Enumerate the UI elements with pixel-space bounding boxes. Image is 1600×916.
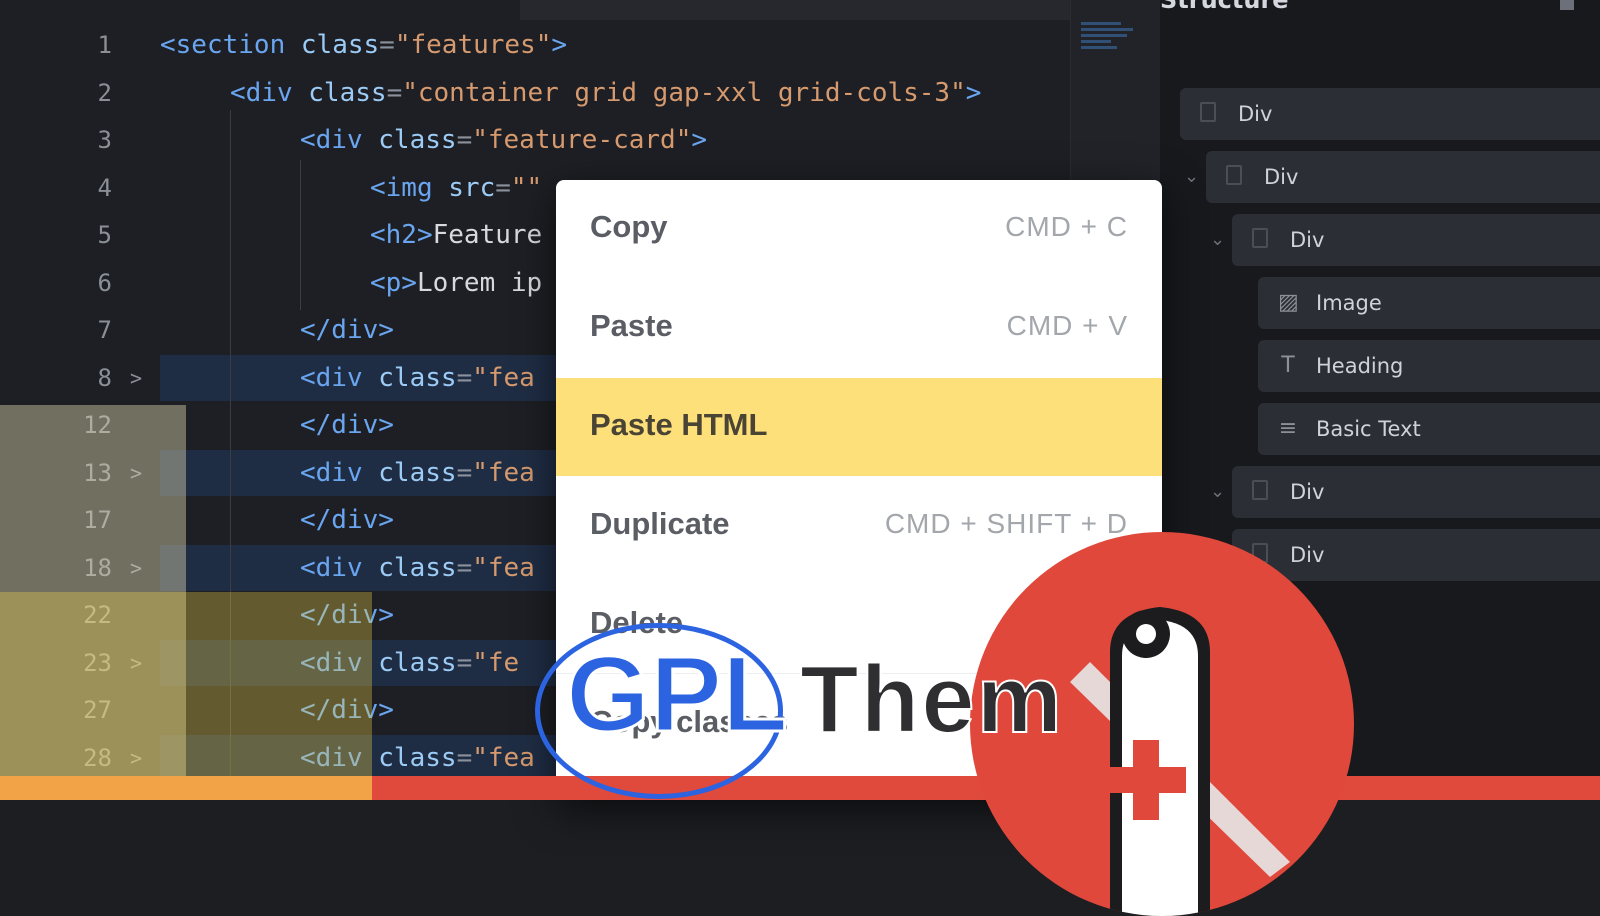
tree-item-label: Div bbox=[1290, 480, 1325, 504]
code-text: </div> bbox=[300, 315, 394, 345]
tree-item-label: Basic Text bbox=[1316, 417, 1421, 441]
panel-options-icon[interactable] bbox=[1560, 0, 1574, 10]
menu-item-label: Copy bbox=[590, 209, 668, 244]
tree-item[interactable]: ⌄ Div bbox=[1210, 466, 1600, 518]
tree-item[interactable]: ≡ Basic Text bbox=[1258, 403, 1600, 455]
menu-item-label: Duplicate bbox=[590, 506, 730, 541]
chevron-down-icon[interactable]: ⌄ bbox=[1184, 151, 1199, 203]
tree-item[interactable]: ⌄ Div bbox=[1184, 151, 1600, 203]
text-icon: ≡ bbox=[1278, 416, 1298, 441]
code-text: </div> bbox=[300, 410, 394, 440]
chevron-down-icon[interactable]: ⌄ bbox=[1210, 466, 1225, 518]
code-text: <section class="features"> bbox=[160, 30, 568, 60]
menu-item-shortcut: CMD + C bbox=[1005, 211, 1128, 242]
tree-item[interactable]: Div bbox=[1180, 88, 1600, 140]
menu-item-copy[interactable]: Copy CMD + C bbox=[556, 180, 1162, 278]
line-number: 3 bbox=[97, 126, 112, 154]
line-number: 2 bbox=[97, 78, 112, 107]
line-number: 8 bbox=[97, 363, 112, 392]
div-box-icon bbox=[1252, 228, 1268, 248]
code-line[interactable]: 1 <section class="features"> bbox=[0, 22, 1070, 68]
menu-item-label: Paste bbox=[590, 308, 673, 343]
logo-text: Them bbox=[799, 646, 1065, 753]
line-number: 4 bbox=[97, 173, 112, 202]
minimap-line bbox=[1081, 28, 1133, 31]
code-text: <img src="" bbox=[370, 172, 543, 203]
heading-icon: T bbox=[1281, 353, 1295, 378]
tree-item-label: Div bbox=[1290, 228, 1325, 252]
menu-item-label: Paste HTML bbox=[590, 407, 768, 442]
tree-item[interactable]: ⌄ Div bbox=[1210, 214, 1600, 266]
code-text: <p>Lorem ip bbox=[370, 267, 543, 298]
line-number: 5 bbox=[97, 221, 112, 249]
minimap-line bbox=[1081, 22, 1121, 25]
tree-item[interactable]: T Heading bbox=[1258, 340, 1600, 392]
tree-item[interactable]: Div bbox=[1232, 529, 1600, 581]
menu-item-paste[interactable]: Paste CMD + V bbox=[556, 279, 1162, 377]
menu-item-paste-html[interactable]: Paste HTML bbox=[556, 378, 1162, 476]
code-text: <div class="fea bbox=[300, 457, 535, 488]
tree-item-label: Div bbox=[1290, 543, 1325, 567]
tree-item-label: Heading bbox=[1316, 354, 1404, 378]
div-box-icon bbox=[1200, 102, 1216, 122]
code-text: <div class="fea bbox=[300, 362, 535, 393]
code-text: <div class="fea bbox=[300, 552, 535, 583]
code-text: </div> bbox=[300, 505, 394, 535]
tree-item[interactable]: ▨ Image bbox=[1258, 277, 1600, 329]
decorative-overlay bbox=[0, 592, 372, 800]
chevron-down-icon[interactable]: ⌄ bbox=[1210, 214, 1225, 266]
tree-item-label: Image bbox=[1316, 291, 1382, 315]
fold-chevron-icon[interactable]: > bbox=[130, 355, 142, 401]
logo-brand-text: GPL bbox=[564, 633, 789, 754]
div-box-icon bbox=[1252, 480, 1268, 500]
div-box-icon bbox=[1226, 165, 1242, 185]
menu-item-shortcut: CMD + V bbox=[1006, 310, 1128, 341]
code-line[interactable]: 2 <div class="container grid gap-xxl grid… bbox=[0, 70, 1070, 116]
minimap-line bbox=[1081, 34, 1127, 37]
tree-item-label: Div bbox=[1264, 165, 1299, 189]
image-icon: ▨ bbox=[1278, 290, 1299, 315]
line-number: 6 bbox=[97, 268, 112, 297]
line-number: 7 bbox=[97, 316, 112, 344]
code-text: <h2>Feature bbox=[370, 220, 543, 250]
code-line[interactable]: 3 <div class="feature-card"> bbox=[0, 117, 1070, 163]
tree-item-label: Div bbox=[1238, 102, 1273, 126]
code-text: <div class="container grid gap-xxl grid-… bbox=[230, 77, 982, 108]
minimap-line bbox=[1081, 46, 1117, 49]
minimap-line bbox=[1081, 40, 1111, 43]
editor-tab-strip bbox=[520, 0, 1160, 20]
line-number: 1 bbox=[97, 31, 112, 59]
code-text: <div class="feature-card"> bbox=[300, 125, 708, 155]
panel-title: Structure bbox=[1160, 0, 1289, 14]
indent-guide bbox=[300, 160, 301, 310]
decorative-band bbox=[0, 776, 372, 800]
